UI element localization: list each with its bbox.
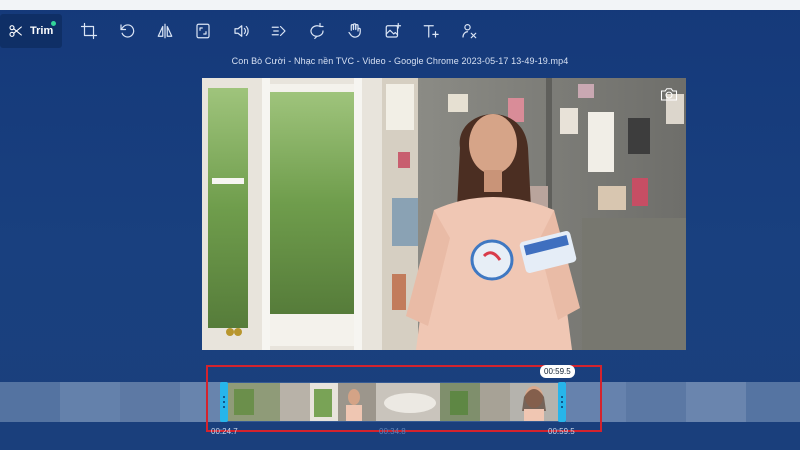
file-title: Con Bò Cười - Nhạc nền TVC - Video - Goo…: [231, 56, 569, 66]
volume-button[interactable]: [222, 12, 260, 50]
video-frame-image: [202, 78, 686, 350]
stabilize-icon: [348, 23, 361, 38]
aspect-ratio-button[interactable]: [184, 12, 222, 50]
add-text-icon: [423, 25, 439, 38]
trim-active-indicator: [51, 21, 56, 26]
camera-icon: [660, 88, 678, 101]
end-time-badge: 00:59.5: [540, 365, 575, 378]
video-preview[interactable]: [202, 78, 686, 350]
timeline-thumbnail: [746, 382, 800, 422]
window-top-strip: [0, 0, 800, 10]
watermark-remove-icon: [462, 24, 477, 39]
trim-end-time: 00:59.5: [548, 427, 575, 436]
loop-button[interactable]: [298, 12, 336, 50]
flip-button[interactable]: [146, 12, 184, 50]
rotate-icon: [120, 24, 135, 38]
crop-icon: [80, 22, 98, 40]
editor-toolbar: Trim: [0, 12, 800, 50]
speed-button[interactable]: [260, 12, 298, 50]
volume-icon: [234, 25, 249, 37]
trim-tool-label: Trim: [30, 25, 54, 37]
scissors-icon: [9, 25, 22, 37]
rotate-button[interactable]: [108, 12, 146, 50]
timeline-thumbnail: [686, 382, 746, 422]
add-text-button[interactable]: [412, 12, 450, 50]
aspect-ratio-icon: [196, 23, 210, 39]
trim-duration: 00:34.8: [379, 427, 406, 436]
trim-start-time: 00:24.7: [211, 427, 238, 436]
loop-icon: [310, 22, 324, 40]
flip-icon: [157, 23, 173, 39]
timeline-thumbnail: [0, 382, 60, 422]
remove-watermark-button[interactable]: [450, 12, 488, 50]
timeline-thumbnail: [120, 382, 180, 422]
stabilize-button[interactable]: [336, 12, 374, 50]
speed-icon: [271, 25, 286, 37]
snapshot-button[interactable]: [659, 86, 679, 102]
crop-button[interactable]: [70, 12, 108, 50]
trim-tool-button[interactable]: Trim: [0, 14, 62, 48]
timeline-thumbnail: [626, 382, 686, 422]
add-image-icon: [385, 22, 402, 38]
add-image-button[interactable]: [374, 12, 412, 50]
timeline-thumbnail: [60, 382, 120, 422]
